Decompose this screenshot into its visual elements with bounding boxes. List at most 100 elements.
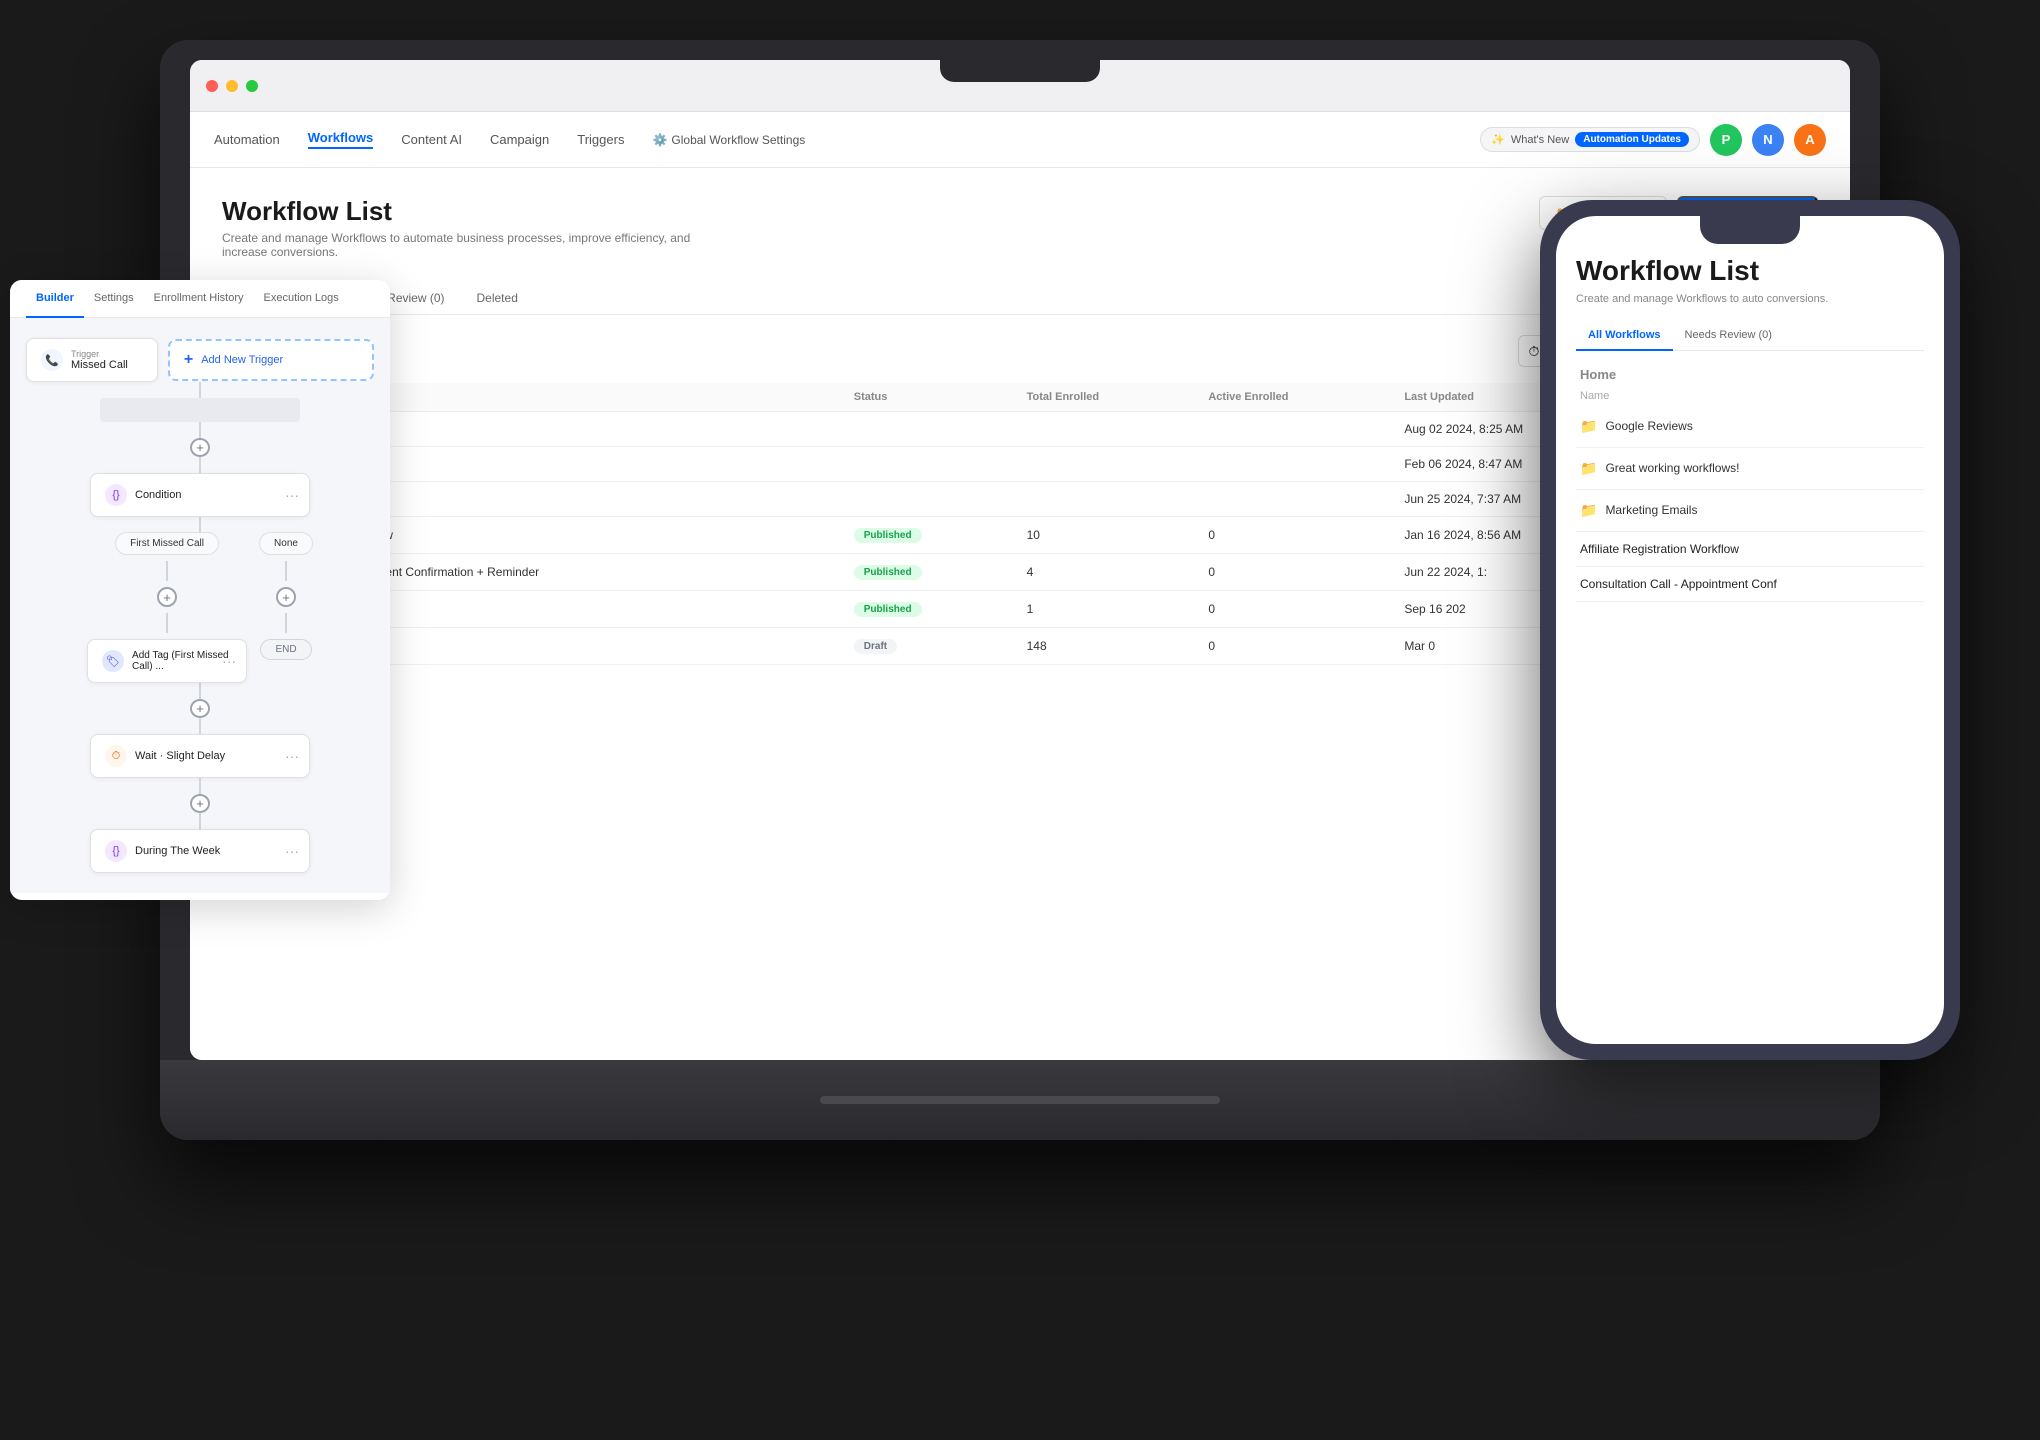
phone-notch — [1700, 216, 1800, 244]
col-total-enrolled: Total Enrolled — [1015, 383, 1197, 412]
phone-icon: 📞 — [41, 349, 63, 371]
connector-line-7 — [199, 683, 201, 699]
connector-line-1 — [199, 382, 201, 398]
whats-new-button[interactable]: ✨ What's New Automation Updates — [1480, 127, 1700, 152]
tag-icon: 🏷 — [102, 650, 124, 672]
condition-title: Condition — [135, 489, 181, 501]
user-avatar-green[interactable]: P — [1710, 124, 1742, 156]
add-trigger-node[interactable]: + Add New Trigger — [168, 339, 374, 381]
phone-tab-all-workflows[interactable]: All Workflows — [1576, 321, 1673, 351]
nav-item-triggers[interactable]: Triggers — [577, 132, 624, 147]
connector-line-8 — [199, 718, 201, 734]
phone-content: Workflow List Create and manage Workflow… — [1556, 216, 1944, 1044]
phone-list-item[interactable]: 📁 Great working workflows! — [1576, 448, 1924, 490]
branch-none[interactable]: None — [259, 532, 313, 555]
phone-list-item[interactable]: 📁 Marketing Emails — [1576, 490, 1924, 532]
connector-line-2 — [199, 422, 201, 438]
laptop-base — [160, 1060, 1880, 1140]
phone-tab-needs-review[interactable]: Needs Review (0) — [1673, 321, 1784, 351]
status-badge: Published — [854, 602, 922, 617]
tab-settings[interactable]: Settings — [84, 280, 144, 318]
laptop-base-bar — [820, 1096, 1220, 1104]
connector-bar — [100, 398, 300, 422]
plus-icon: + — [184, 351, 193, 369]
browser-minimize-dot[interactable] — [226, 80, 238, 92]
tab-enrollment-history[interactable]: Enrollment History — [144, 280, 254, 318]
row-total: 4 — [1015, 554, 1197, 591]
end-node: END — [260, 639, 311, 660]
status-badge: Published — [854, 528, 922, 543]
connector-line-4 — [199, 517, 201, 533]
wait-node[interactable]: ⏱ Wait · Slight Delay ··· — [90, 734, 310, 778]
connector-line-9 — [199, 778, 201, 794]
row-active: 0 — [1196, 628, 1392, 665]
add-step-plus-1[interactable]: + — [190, 438, 210, 457]
user-avatar-blue[interactable]: N — [1752, 124, 1784, 156]
laptop-notch — [940, 60, 1100, 82]
phone-list-item[interactable]: 📁 Google Reviews — [1576, 406, 1924, 448]
phone-screen: Workflow List Create and manage Workflow… — [1556, 216, 1944, 1044]
connector-line-6 — [285, 613, 287, 633]
builder-panel: Builder Settings Enrollment History Exec… — [10, 280, 390, 900]
during-week-title: During The Week — [135, 845, 220, 857]
phone-page-subtitle: Create and manage Workflows to auto conv… — [1576, 293, 1924, 305]
add-step-plus-3[interactable]: + — [276, 587, 296, 607]
trigger-row: 📞 Trigger Missed Call + Add New Trigger — [26, 338, 374, 382]
add-step-plus-5[interactable]: + — [190, 794, 210, 813]
row-total: 148 — [1015, 628, 1197, 665]
nav-item-automation[interactable]: Automation — [214, 132, 280, 147]
phone-workflow-item[interactable]: Affiliate Registration Workflow — [1576, 532, 1924, 567]
tab-builder[interactable]: Builder — [26, 280, 84, 318]
row-total: 1 — [1015, 591, 1197, 628]
builder-tabs: Builder Settings Enrollment History Exec… — [10, 280, 390, 318]
wait-icon: ⏱ — [105, 745, 127, 767]
add-tag-title: Add Tag (First Missed Call) ... — [132, 650, 232, 672]
row-status — [842, 412, 1015, 447]
phone-item-label: Marketing Emails — [1605, 503, 1697, 517]
node-menu-dots-3[interactable]: ··· — [285, 748, 299, 764]
nav-item-workflows[interactable]: Workflows — [308, 130, 374, 149]
condition-icon: {} — [105, 484, 127, 506]
row-active: 0 — [1196, 517, 1392, 554]
tab-execution-logs[interactable]: Execution Logs — [254, 280, 349, 318]
node-menu-dots-2[interactable]: ··· — [222, 653, 236, 669]
phone-page-title: Workflow List — [1576, 256, 1924, 287]
add-tag-node[interactable]: 🏷 Add Tag (First Missed Call) ... ··· — [87, 639, 247, 683]
phone-workflow-item[interactable]: Consultation Call - Appointment Conf — [1576, 567, 1924, 602]
connector-line-10 — [199, 813, 201, 829]
folder-icon-3: 📁 — [1580, 502, 1597, 519]
status-badge: Published — [854, 565, 922, 580]
nav-item-global-settings[interactable]: ⚙️ Global Workflow Settings — [652, 133, 805, 147]
user-avatar-orange[interactable]: A — [1794, 124, 1826, 156]
automation-badge: Automation Updates — [1575, 132, 1689, 147]
trigger-node[interactable]: 📞 Trigger Missed Call — [26, 338, 158, 382]
condition-icon-2: {} — [105, 840, 127, 862]
nav-item-campaign[interactable]: Campaign — [490, 132, 549, 147]
node-menu-dots-4[interactable]: ··· — [285, 843, 299, 859]
browser-maximize-dot[interactable] — [246, 80, 258, 92]
branch-first-missed-call[interactable]: First Missed Call — [115, 532, 219, 555]
during-week-node[interactable]: {} During The Week ··· — [90, 829, 310, 873]
nav-right: ✨ What's New Automation Updates P N A — [1480, 124, 1826, 156]
col-status: Status — [842, 383, 1015, 412]
status-badge: Draft — [854, 639, 897, 654]
folder-icon-1: 📁 — [1580, 418, 1597, 435]
node-menu-dots[interactable]: ··· — [285, 487, 299, 503]
trigger-value: Missed Call — [71, 359, 128, 371]
phone-shell: Workflow List Create and manage Workflow… — [1540, 200, 1960, 1060]
nav-item-content-ai[interactable]: Content AI — [401, 132, 462, 147]
branch-connector-right — [285, 561, 287, 581]
page-title-block: Workflow List Create and manage Workflow… — [222, 196, 722, 259]
row-total — [1015, 412, 1197, 447]
builder-body: 📞 Trigger Missed Call + Add New Trigger … — [10, 318, 390, 893]
connector-line-5 — [166, 613, 168, 633]
add-step-plus-4[interactable]: + — [190, 699, 210, 718]
phone-section-name: Name — [1580, 390, 1920, 402]
browser-close-dot[interactable] — [206, 80, 218, 92]
nav-left: Automation Workflows Content AI Campaign… — [214, 130, 805, 149]
tab-deleted[interactable]: Deleted — [461, 283, 534, 315]
page-subtitle: Create and manage Workflows to automate … — [222, 231, 722, 259]
add-step-plus-2[interactable]: + — [157, 587, 177, 607]
condition-node[interactable]: {} Condition ··· — [90, 473, 310, 517]
row-total: 10 — [1015, 517, 1197, 554]
